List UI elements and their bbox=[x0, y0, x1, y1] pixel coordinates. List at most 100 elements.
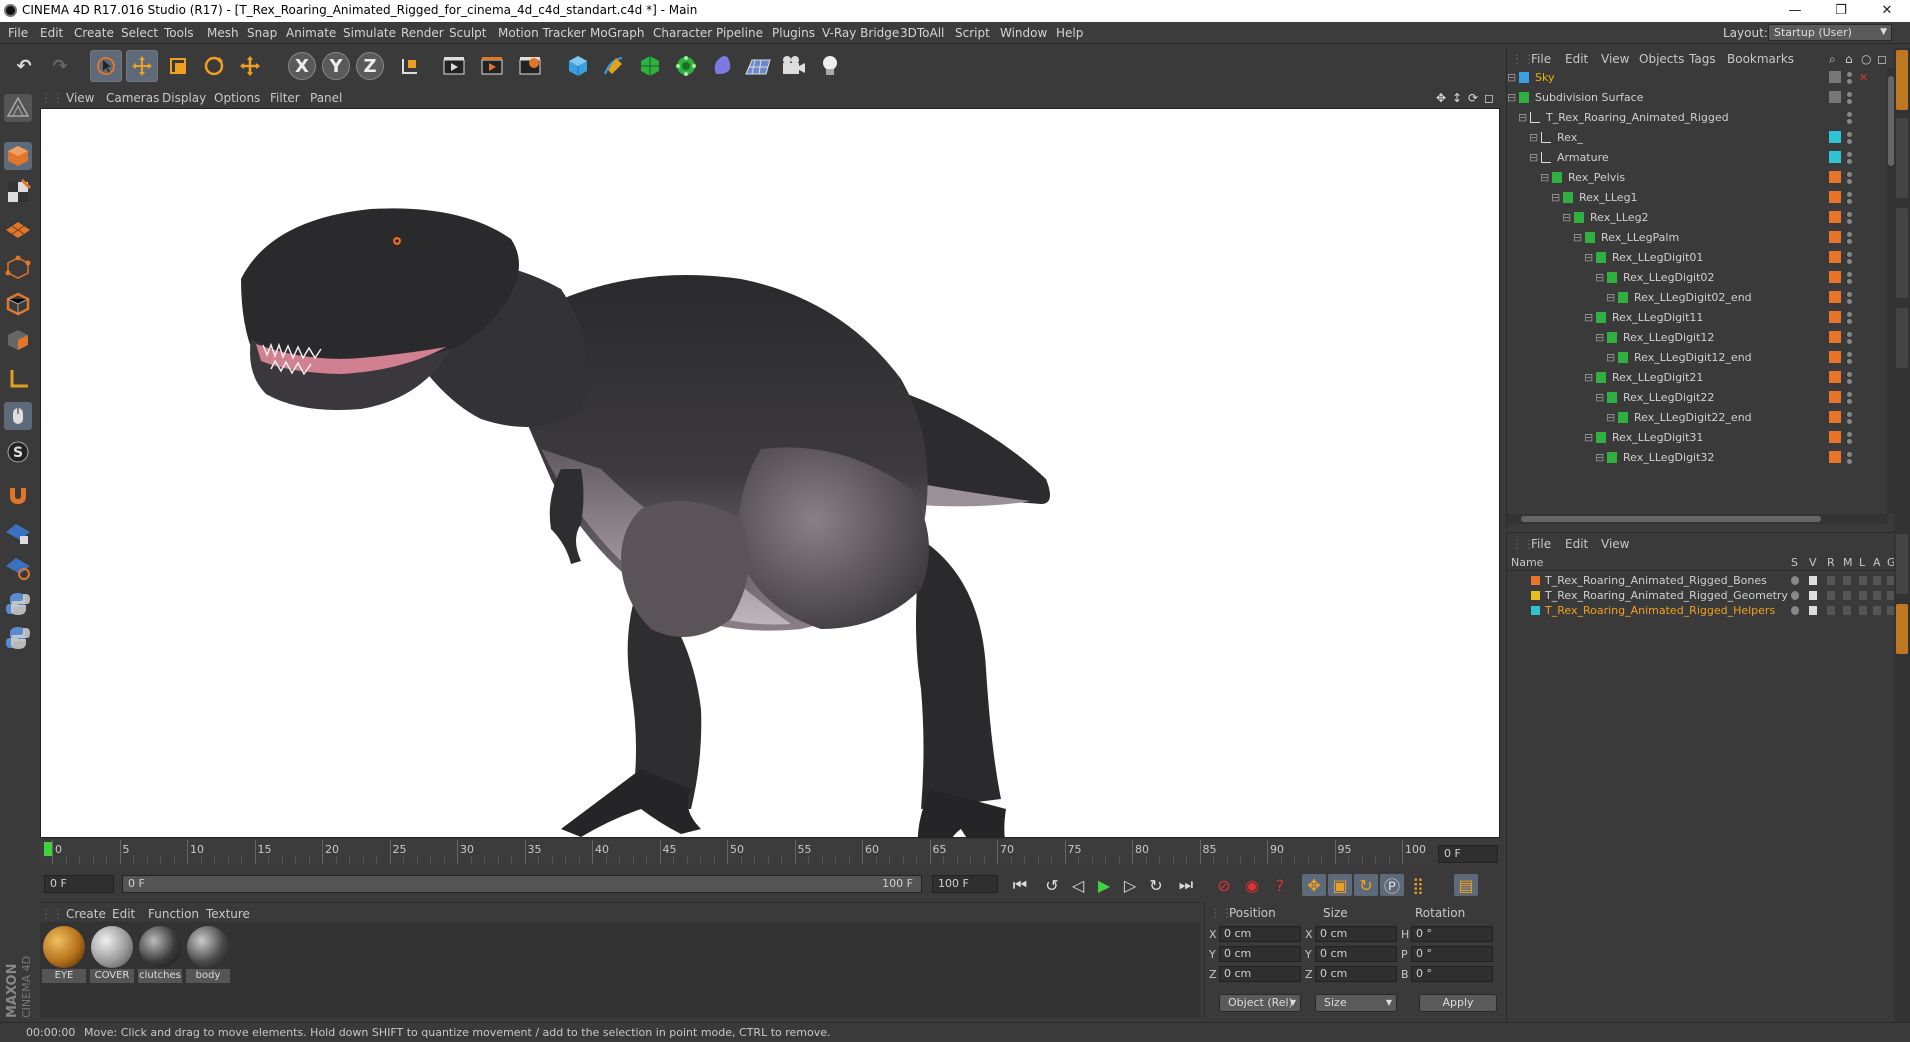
editor-visibility-dot[interactable] bbox=[1847, 432, 1852, 437]
expand-toggle-icon[interactable]: ⊟ bbox=[1562, 211, 1571, 224]
layer-color-tag[interactable] bbox=[1829, 91, 1841, 103]
z-axis-lock-button[interactable]: Z bbox=[356, 52, 384, 80]
editor-visibility-dot[interactable] bbox=[1847, 72, 1852, 77]
pos-x-field[interactable]: 0 cm bbox=[1219, 926, 1301, 942]
layer-color-tag[interactable] bbox=[1829, 271, 1841, 283]
menu-select[interactable]: Select bbox=[121, 26, 158, 40]
object-row[interactable]: ⊟ Rex_LLegDigit01 bbox=[1507, 248, 1887, 268]
texture-mode-icon[interactable] bbox=[4, 178, 32, 206]
timeline-window-icon[interactable]: ▤ bbox=[1454, 874, 1478, 896]
viewport-menu-view[interactable]: View bbox=[66, 91, 94, 105]
subdivision-surface-icon[interactable] bbox=[634, 50, 666, 82]
structure-tab[interactable] bbox=[1896, 308, 1908, 368]
render-to-picture-viewer-icon[interactable] bbox=[476, 50, 508, 82]
object-row[interactable]: ⊟ Rex_LLegDigit31 bbox=[1507, 428, 1887, 448]
expand-toggle-icon[interactable]: ⊟ bbox=[1595, 391, 1604, 404]
object-row[interactable]: ⊟ T_Rex_Roaring_Animated_Rigged bbox=[1507, 108, 1887, 128]
material-menu-texture[interactable]: Texture bbox=[206, 907, 250, 921]
render-visibility-dot[interactable] bbox=[1847, 319, 1852, 324]
material-menu-function[interactable]: Function bbox=[148, 907, 199, 921]
viewport-zoom-icon[interactable]: ↕ bbox=[1452, 91, 1462, 105]
record-rotation-icon[interactable]: ↻ bbox=[1354, 874, 1378, 896]
size-mode-dropdown[interactable]: Size ▼ bbox=[1315, 994, 1397, 1012]
layer-row[interactable]: T_Rex_Roaring_Animated_Rigged_Bones bbox=[1507, 573, 1895, 588]
object-row[interactable]: ⊟ Rex_ bbox=[1507, 128, 1887, 148]
expand-toggle-icon[interactable]: ⊟ bbox=[1507, 91, 1516, 104]
keyframe-selection-icon[interactable]: ? bbox=[1268, 874, 1292, 896]
go-to-end-icon[interactable]: ⏭ bbox=[1174, 874, 1198, 896]
menu-plugins[interactable]: Plugins bbox=[772, 26, 815, 40]
scrollbar-thumb[interactable] bbox=[1521, 516, 1821, 522]
viewport-menu-options[interactable]: Options bbox=[214, 91, 260, 105]
play-icon[interactable]: ▶ bbox=[1092, 874, 1116, 896]
pos-y-field[interactable]: 0 cm bbox=[1219, 946, 1301, 962]
expand-toggle-icon[interactable]: ⊟ bbox=[1606, 351, 1615, 364]
expand-toggle-icon[interactable]: ⊟ bbox=[1606, 411, 1615, 424]
render-view-icon[interactable] bbox=[438, 50, 470, 82]
layer-color-tag[interactable] bbox=[1829, 371, 1841, 383]
layers-tab[interactable] bbox=[1896, 604, 1908, 654]
editor-visibility-dot[interactable] bbox=[1847, 92, 1852, 97]
current-frame-field[interactable]: 0 F bbox=[1438, 845, 1498, 863]
menu-file[interactable]: File bbox=[8, 26, 28, 40]
editor-visibility-dot[interactable] bbox=[1847, 412, 1852, 417]
expand-toggle-icon[interactable]: ⊟ bbox=[1584, 311, 1593, 324]
render-visibility-dot[interactable] bbox=[1847, 219, 1852, 224]
record-scale-icon[interactable]: ▣ bbox=[1328, 874, 1352, 896]
previous-frame-icon[interactable]: ◁ bbox=[1066, 874, 1090, 896]
menu-character[interactable]: Character bbox=[653, 26, 712, 40]
takes-tab[interactable] bbox=[1896, 118, 1908, 198]
undo-icon[interactable]: ↶ bbox=[8, 50, 40, 82]
layer-row[interactable]: T_Rex_Roaring_Animated_Rigged_Helpers bbox=[1507, 603, 1895, 618]
layer-color-tag[interactable] bbox=[1829, 391, 1841, 403]
redo-icon[interactable]: ↷ bbox=[44, 50, 76, 82]
editor-visibility-dot[interactable] bbox=[1847, 292, 1852, 297]
move-tool-icon[interactable] bbox=[126, 50, 158, 82]
layer-color-tag[interactable] bbox=[1829, 71, 1841, 83]
render-visibility-dot[interactable] bbox=[1847, 159, 1852, 164]
layer-toggle-icon[interactable] bbox=[1873, 591, 1881, 600]
object-row[interactable]: ⊟ Sky ✕ bbox=[1507, 68, 1887, 88]
menu-motion-tracker[interactable]: Motion Tracker bbox=[498, 26, 586, 40]
object-row[interactable]: ⊟ Rex_LLegDigit22 bbox=[1507, 388, 1887, 408]
python-plugin-icon[interactable] bbox=[4, 624, 32, 652]
material-cover[interactable]: COVER bbox=[90, 926, 134, 984]
layer-toggle-icon[interactable] bbox=[1827, 606, 1835, 615]
menu-mesh[interactable]: Mesh bbox=[207, 26, 239, 40]
render-visibility-dot[interactable] bbox=[1847, 279, 1852, 284]
viewport-rotate-icon[interactable]: ⟳ bbox=[1468, 91, 1478, 105]
model-mode-icon[interactable] bbox=[4, 142, 32, 170]
object-row[interactable]: ⊟ Rex_LLegDigit12 bbox=[1507, 328, 1887, 348]
render-visibility-dot[interactable] bbox=[1847, 419, 1852, 424]
layer-toggle-icon[interactable] bbox=[1859, 576, 1867, 585]
menu-create[interactable]: Create bbox=[74, 26, 114, 40]
menu-3dtoall[interactable]: 3DToAll bbox=[900, 26, 944, 40]
points-mode-icon[interactable] bbox=[4, 254, 32, 282]
end-frame-field[interactable]: 100 F bbox=[932, 875, 998, 893]
render-visibility-dot[interactable] bbox=[1847, 459, 1852, 464]
select-tool-icon[interactable] bbox=[90, 50, 122, 82]
expand-toggle-icon[interactable]: ⊟ bbox=[1584, 251, 1593, 264]
menu-snap[interactable]: Snap bbox=[247, 26, 277, 40]
layer-color-tag[interactable] bbox=[1829, 291, 1841, 303]
magnet-icon[interactable] bbox=[4, 480, 32, 508]
expand-toggle-icon[interactable]: ⊟ bbox=[1584, 371, 1593, 384]
layer-color-tag[interactable] bbox=[1829, 151, 1841, 163]
cube-primitive-icon[interactable] bbox=[562, 50, 594, 82]
edges-mode-icon[interactable] bbox=[4, 290, 32, 318]
expand-toggle-icon[interactable]: ⊟ bbox=[1573, 231, 1582, 244]
frame-range-slider[interactable]: 0 F 100 F bbox=[122, 875, 922, 893]
render-settings-icon[interactable] bbox=[514, 50, 546, 82]
polygons-mode-icon[interactable] bbox=[4, 326, 32, 354]
layer-color-tag[interactable] bbox=[1829, 411, 1841, 423]
expand-toggle-icon[interactable]: ⊟ bbox=[1595, 451, 1604, 464]
object-menu-file[interactable]: File bbox=[1531, 52, 1551, 66]
layer-toggle-icon[interactable] bbox=[1791, 606, 1799, 615]
render-visibility-dot[interactable] bbox=[1847, 99, 1852, 104]
menu-mograph[interactable]: MoGraph bbox=[590, 26, 645, 40]
size-z-field[interactable]: 0 cm bbox=[1315, 966, 1397, 982]
editor-visibility-dot[interactable] bbox=[1847, 332, 1852, 337]
viewport-pan-icon[interactable]: ✥ bbox=[1436, 91, 1446, 105]
render-visibility-dot[interactable] bbox=[1847, 399, 1852, 404]
editor-visibility-dot[interactable] bbox=[1847, 312, 1852, 317]
